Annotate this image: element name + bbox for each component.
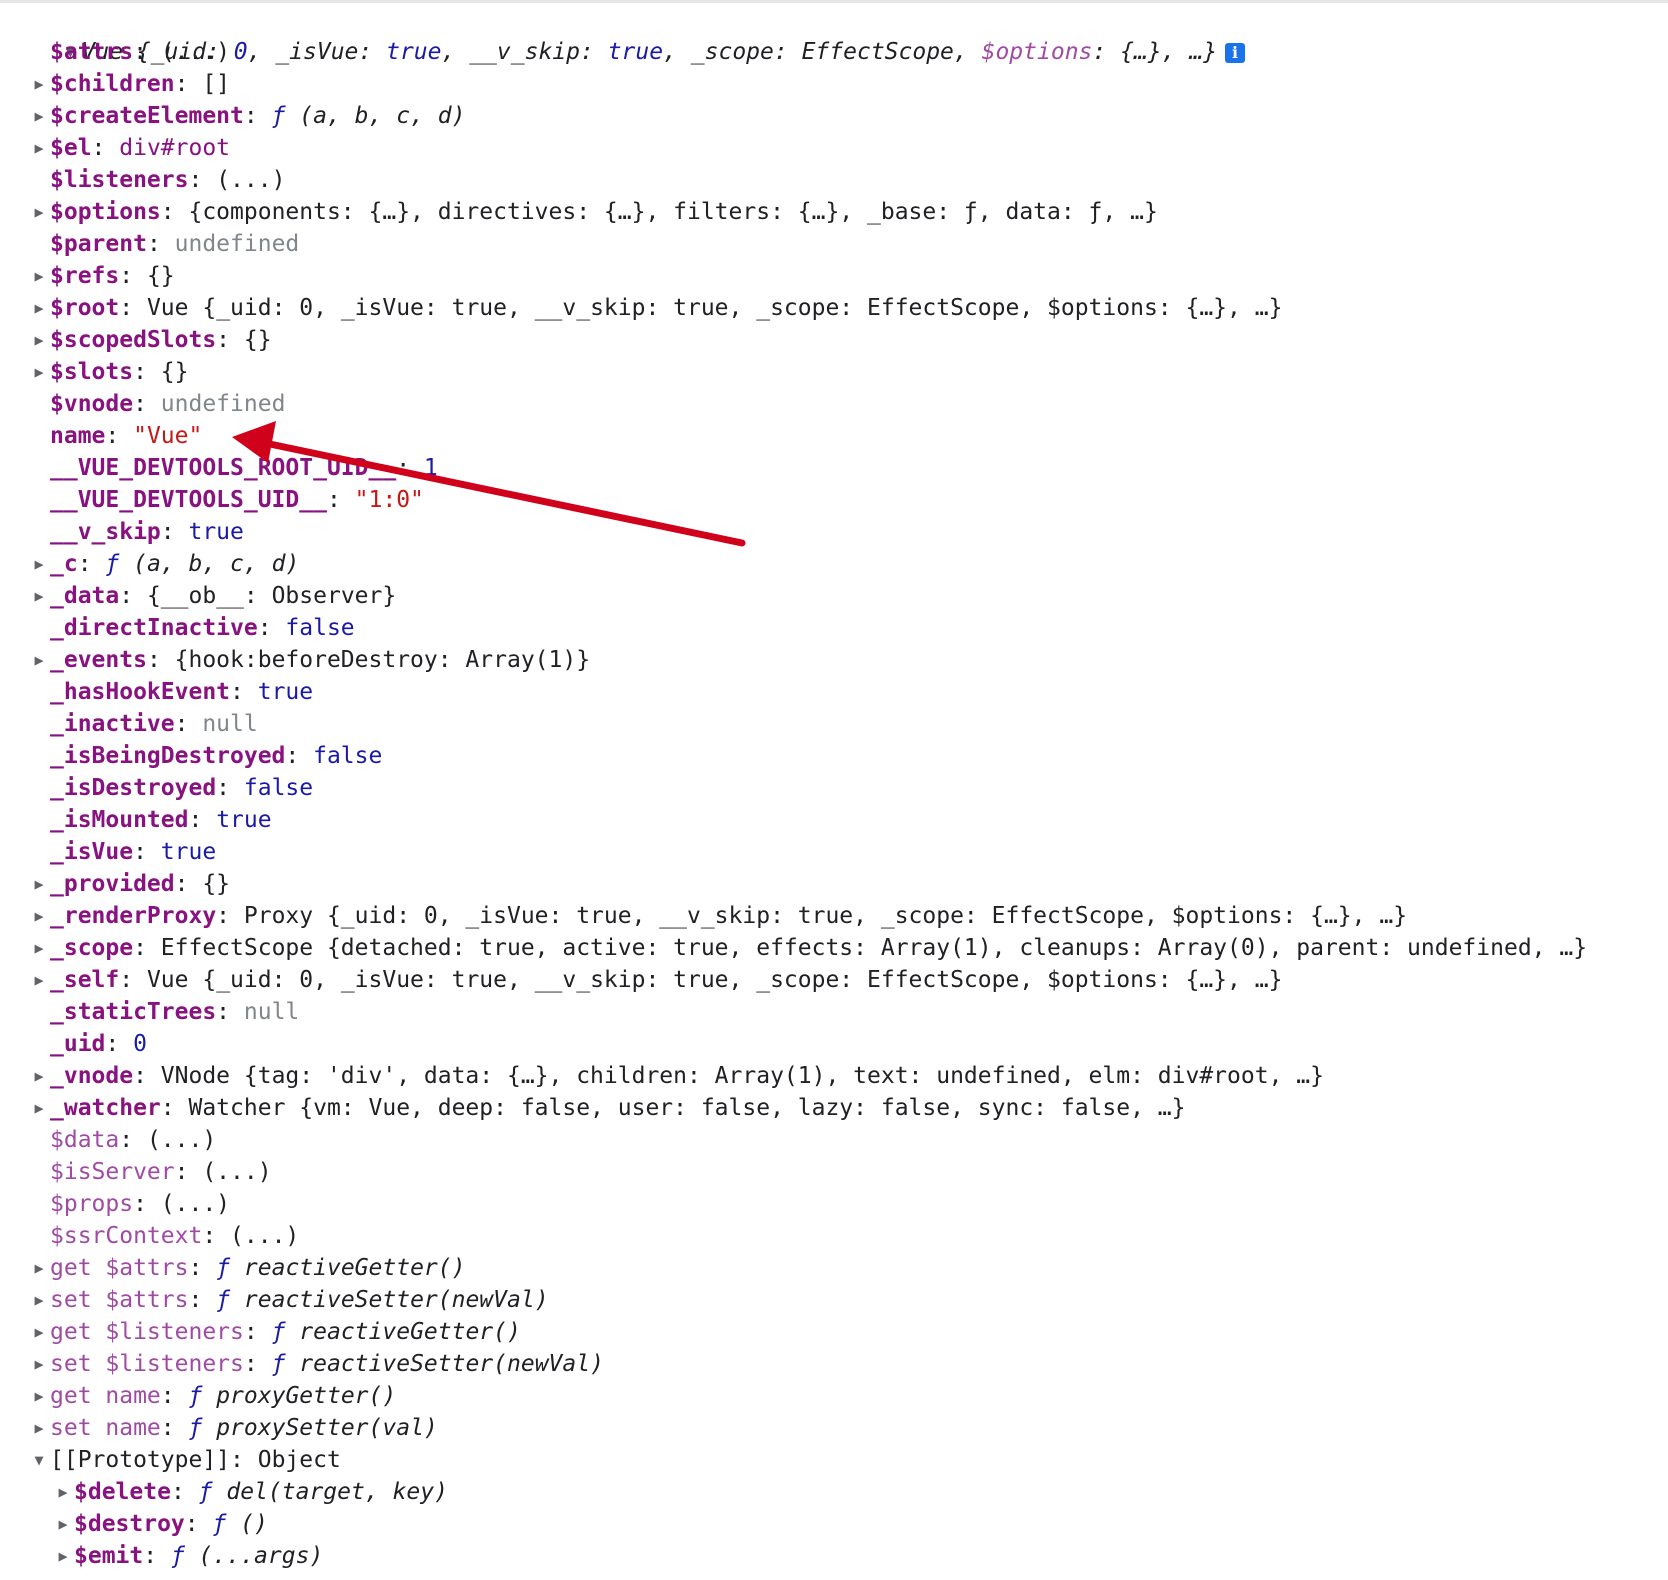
prop-row-uid[interactable]: ▶_uid: 0 xyxy=(0,1028,1668,1060)
prop-row-listeners[interactable]: ▶$listeners: (...) xyxy=(0,164,1668,196)
expand-triangle-icon[interactable]: ▼ xyxy=(28,1444,50,1476)
prop-row-set-listeners[interactable]: ▶ set $listeners: ƒ reactiveSetter(newVal… xyxy=(0,1348,1668,1380)
expand-triangle-icon[interactable]: ▶ xyxy=(28,644,50,676)
prop-row-scope[interactable]: ▶ _scope: EffectScope {detached: true, ac… xyxy=(0,932,1668,964)
expand-triangle-icon[interactable]: ▶ xyxy=(28,260,50,292)
prop-row-isMounted[interactable]: ▶_isMounted: true xyxy=(0,804,1668,836)
object-inspector-tree: ▼ Vue {_uid: 0, _isVue: true, __v_skip: t… xyxy=(0,4,1668,1572)
expand-triangle-icon[interactable]: ▶ xyxy=(28,868,50,900)
prop-row-scopedSlots[interactable]: ▶ $scopedSlots: {} xyxy=(0,324,1668,356)
prop-row-isVue[interactable]: ▶_isVue: true xyxy=(0,836,1668,868)
expand-triangle-icon[interactable]: ▶ xyxy=(28,356,50,388)
prop-row-c[interactable]: ▶ _c: ƒ (a, b, c, d) xyxy=(0,548,1668,580)
expand-triangle-icon[interactable]: ▶ xyxy=(28,100,50,132)
expand-triangle-icon[interactable]: ▶ xyxy=(28,1284,50,1316)
prop-row-slots[interactable]: ▶ $slots: {} xyxy=(0,356,1668,388)
expand-triangle-icon[interactable]: ▶ xyxy=(52,1476,74,1508)
prop-row-renderProxy[interactable]: ▶ _renderProxy: Proxy {_uid: 0, _isVue: t… xyxy=(0,900,1668,932)
prop-row-events[interactable]: ▶ _events: {hook:beforeDestroy: Array(1)} xyxy=(0,644,1668,676)
expand-triangle-icon[interactable]: ▶ xyxy=(28,964,50,996)
prop-row-props-accessor[interactable]: ▶$props: (...) xyxy=(0,1188,1668,1220)
prop-row-staticTrees[interactable]: ▶_staticTrees: null xyxy=(0,996,1668,1028)
expand-triangle-icon[interactable]: ▶ xyxy=(28,1412,50,1444)
prototype-row-emit[interactable]: ▶ $emit: ƒ (...args) xyxy=(0,1540,1668,1572)
prototype-row-destroy[interactable]: ▶ $destroy: ƒ () xyxy=(0,1508,1668,1540)
prop-row-inactive[interactable]: ▶_inactive: null xyxy=(0,708,1668,740)
prop-row-children[interactable]: ▶ $children: [] xyxy=(0,68,1668,100)
top-border xyxy=(0,0,1668,3)
prop-row-vnode-top[interactable]: ▶$vnode: undefined xyxy=(0,388,1668,420)
prop-row-parent[interactable]: ▶$parent: undefined xyxy=(0,228,1668,260)
prop-row-root[interactable]: ▶ $root: Vue {_uid: 0, _isVue: true, __v_… xyxy=(0,292,1668,324)
expand-triangle-icon[interactable]: ▶ xyxy=(52,1540,74,1572)
expand-triangle-icon[interactable]: ▶ xyxy=(28,1380,50,1412)
prop-row-get-name[interactable]: ▶ get name: ƒ proxyGetter() xyxy=(0,1380,1668,1412)
prop-row-get-listeners[interactable]: ▶ get $listeners: ƒ reactiveGetter() xyxy=(0,1316,1668,1348)
prop-row-isDestroyed[interactable]: ▶_isDestroyed: false xyxy=(0,772,1668,804)
expand-triangle-icon[interactable]: ▶ xyxy=(28,68,50,100)
prop-row-set-name[interactable]: ▶ set name: ƒ proxySetter(val) xyxy=(0,1412,1668,1444)
prop-row-isBeingDestroyed[interactable]: ▶_isBeingDestroyed: false xyxy=(0,740,1668,772)
prototype-row-delete[interactable]: ▶ $delete: ƒ del(target, key) xyxy=(0,1476,1668,1508)
prop-row-isServer[interactable]: ▶$isServer: (...) xyxy=(0,1156,1668,1188)
prop-row-name[interactable]: ▶name: "Vue" xyxy=(0,420,1668,452)
expand-triangle-icon[interactable]: ▶ xyxy=(28,900,50,932)
prop-row-data[interactable]: ▶ _data: {__ob__: Observer} xyxy=(0,580,1668,612)
expand-triangle-icon[interactable]: ▶ xyxy=(28,292,50,324)
prop-row-data-accessor[interactable]: ▶$data: (...) xyxy=(0,1124,1668,1156)
prop-row-set-attrs[interactable]: ▶ set $attrs: ƒ reactiveSetter(newVal) xyxy=(0,1284,1668,1316)
prop-row-watcher[interactable]: ▶ _watcher: Watcher {vm: Vue, deep: false… xyxy=(0,1092,1668,1124)
prop-row-attrs[interactable]: ▶$attrs: (...) xyxy=(0,36,1668,68)
expand-triangle-icon[interactable]: ▶ xyxy=(28,548,50,580)
expand-triangle-icon[interactable]: ▶ xyxy=(28,324,50,356)
prop-row-refs[interactable]: ▶ $refs: {} xyxy=(0,260,1668,292)
expand-triangle-icon[interactable]: ▶ xyxy=(28,1060,50,1092)
prop-row-v-skip[interactable]: ▶__v_skip: true xyxy=(0,516,1668,548)
prop-row-vnode[interactable]: ▶ _vnode: VNode {tag: 'div', data: {…}, c… xyxy=(0,1060,1668,1092)
root-object-row[interactable]: ▼ Vue {_uid: 0, _isVue: true, __v_skip: t… xyxy=(0,4,1668,65)
expand-triangle-icon[interactable]: ▶ xyxy=(28,196,50,228)
prop-row-root-uid[interactable]: ▶__VUE_DEVTOOLS_ROOT_UID__: 1 xyxy=(0,452,1668,484)
prop-row-provided[interactable]: ▶ _provided: {} xyxy=(0,868,1668,900)
expand-triangle-icon[interactable]: ▶ xyxy=(28,1092,50,1124)
prop-row-devtools-uid[interactable]: ▶__VUE_DEVTOOLS_UID__: "1:0" xyxy=(0,484,1668,516)
expand-triangle-icon[interactable]: ▶ xyxy=(28,932,50,964)
expand-triangle-icon[interactable]: ▶ xyxy=(28,132,50,164)
prop-row-ssrContext[interactable]: ▶$ssrContext: (...) xyxy=(0,1220,1668,1252)
prop-row-get-attrs[interactable]: ▶ get $attrs: ƒ reactiveGetter() xyxy=(0,1252,1668,1284)
expand-triangle-icon[interactable]: ▶ xyxy=(28,580,50,612)
expand-triangle-icon[interactable]: ▶ xyxy=(28,1252,50,1284)
prop-row-self[interactable]: ▶ _self: Vue {_uid: 0, _isVue: true, __v_… xyxy=(0,964,1668,996)
prop-row-prototype[interactable]: ▼ [[Prototype]]: Object xyxy=(0,1444,1668,1476)
expand-triangle-icon[interactable]: ▶ xyxy=(52,1508,74,1540)
prop-row-options[interactable]: ▶ $options: {components: {…}, directives:… xyxy=(0,196,1668,228)
prop-row-hasHookEvent[interactable]: ▶_hasHookEvent: true xyxy=(0,676,1668,708)
expand-triangle-icon[interactable]: ▶ xyxy=(28,1348,50,1380)
prop-row-directInactive[interactable]: ▶_directInactive: false xyxy=(0,612,1668,644)
prop-row-createElement[interactable]: ▶ $createElement: ƒ (a, b, c, d) xyxy=(0,100,1668,132)
expand-triangle-icon[interactable]: ▶ xyxy=(28,1316,50,1348)
prop-row-el[interactable]: ▶ $el: div#root xyxy=(0,132,1668,164)
